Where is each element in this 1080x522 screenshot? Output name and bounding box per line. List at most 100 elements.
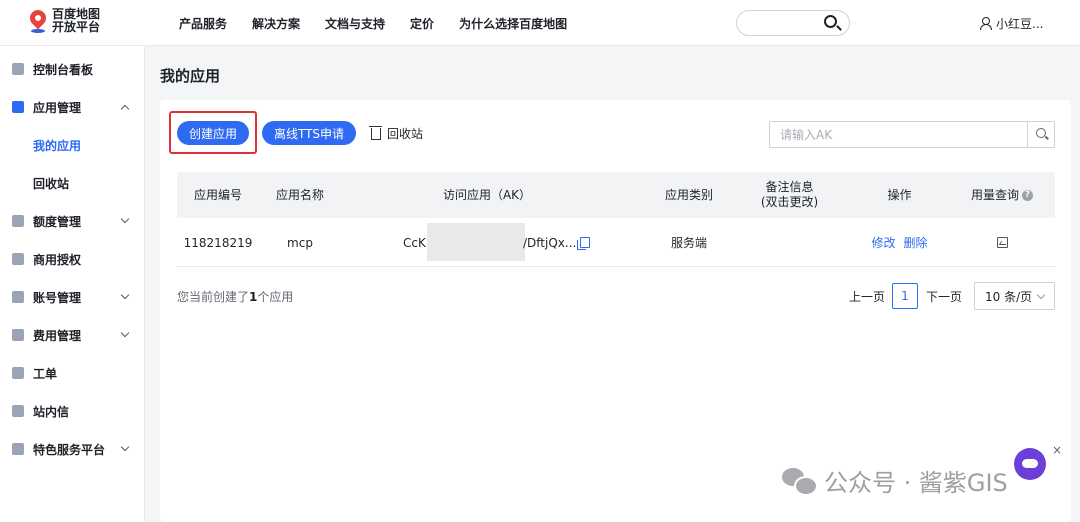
gear-icon xyxy=(12,291,24,303)
nav-why-baidu[interactable]: 为什么选择百度地图 xyxy=(459,15,567,32)
cell-app-name: mcp xyxy=(287,235,313,250)
app-count-summary: 您当前创建了1个应用 xyxy=(177,288,293,305)
sidebar-item-label: 控制台看板 xyxy=(33,62,94,77)
sidebar-item-label: 回收站 xyxy=(33,176,70,191)
next-page-button[interactable]: 下一页 xyxy=(926,283,962,309)
delete-link[interactable]: 删除 xyxy=(904,234,928,251)
prev-page-button[interactable]: 上一页 xyxy=(849,283,885,309)
sidebar-item-recycle-bin[interactable]: 回收站 xyxy=(0,164,145,202)
col-actions: 操作 xyxy=(887,187,912,202)
col-note: 备注信息 (双击更改) xyxy=(742,172,837,218)
apps-icon xyxy=(12,101,24,113)
top-bar: 百度地图 开放平台 产品服务 解决方案 文档与支持 定价 为什么选择百度地图 小… xyxy=(0,0,1080,46)
sidebar-item-label: 应用管理 xyxy=(33,100,82,115)
trash-icon xyxy=(369,125,382,140)
cell-actions: 修改 删除 xyxy=(862,218,937,267)
sidebar-item-my-apps[interactable]: 我的应用 xyxy=(0,126,145,164)
sidebar-item-label: 账号管理 xyxy=(33,290,82,305)
sidebar-item-label: 特色服务平台 xyxy=(33,442,106,457)
chevron-up-icon xyxy=(120,104,130,114)
billing-icon xyxy=(12,329,24,341)
nav-solutions[interactable]: 解决方案 xyxy=(252,15,300,32)
sidebar-item-app-management[interactable]: 应用管理 xyxy=(0,88,145,126)
ak-redaction xyxy=(427,223,525,261)
close-icon[interactable]: × xyxy=(1052,443,1062,457)
summary-prefix: 您当前创建了 xyxy=(177,290,250,304)
watermark: 公众号 · 酱紫GIS xyxy=(782,463,1008,498)
nav-products[interactable]: 产品服务 xyxy=(179,15,227,32)
page-size-value: 10 条/页 xyxy=(985,289,1033,304)
sidebar-item-dashboard[interactable]: 控制台看板 xyxy=(0,50,145,88)
recycle-bin-link[interactable]: 回收站 xyxy=(369,125,424,142)
top-nav: 产品服务 解决方案 文档与支持 定价 为什么选择百度地图 xyxy=(179,0,592,46)
col-usage: 用量查询 ? xyxy=(957,172,1047,218)
map-pin-icon xyxy=(26,6,50,30)
quota-icon xyxy=(12,215,24,227)
col-app-name: 应用名称 xyxy=(275,187,324,202)
chevron-down-icon xyxy=(120,328,130,338)
user-icon xyxy=(980,17,992,30)
sidebar-item-billing[interactable]: 费用管理 xyxy=(0,316,145,354)
current-page[interactable]: 1 xyxy=(892,283,918,309)
ak-search xyxy=(769,121,1055,148)
sidebar-item-tickets[interactable]: 工单 xyxy=(0,354,145,392)
sidebar-item-label: 商用授权 xyxy=(33,252,82,267)
ak-search-button[interactable] xyxy=(1027,122,1054,147)
ak-suffix-text: /DftjQx... xyxy=(523,235,577,250)
page-size-select[interactable]: 10 条/页 xyxy=(974,282,1055,310)
offline-tts-apply-button[interactable]: 离线TTS申请 xyxy=(262,121,356,145)
search-icon xyxy=(1036,128,1046,138)
table-row: 118218219 mcp CcKL /DftjQx... 服务端 修改 删除 xyxy=(177,218,1055,267)
top-search-input[interactable] xyxy=(736,10,850,36)
baidu-map-logo[interactable]: 百度地图 开放平台 xyxy=(26,6,130,38)
help-icon[interactable]: ? xyxy=(1022,189,1033,201)
col-note-hint: (双击更改) xyxy=(760,195,819,209)
sidebar: 控制台看板 应用管理 我的应用 回收站 额度管理 商用授权 账号管理 费用管理 … xyxy=(0,46,145,522)
sidebar-item-label: 费用管理 xyxy=(33,328,82,343)
cell-app-id: 118218219 xyxy=(183,235,253,250)
edit-link[interactable]: 修改 xyxy=(871,234,895,251)
nav-pricing[interactable]: 定价 xyxy=(410,15,434,32)
briefcase-icon xyxy=(12,253,24,265)
create-app-button[interactable]: 创建应用 xyxy=(177,121,249,145)
assistant-bot-icon[interactable] xyxy=(1014,448,1046,480)
sidebar-item-label: 我的应用 xyxy=(33,138,82,153)
cell-usage xyxy=(957,218,1047,267)
sidebar-item-messages[interactable]: 站内信 xyxy=(0,392,145,430)
chevron-down-icon xyxy=(120,442,130,452)
sidebar-item-label: 额度管理 xyxy=(33,214,82,229)
logo-text: 百度地图 开放平台 xyxy=(52,8,100,34)
chevron-down-icon xyxy=(120,290,130,300)
logo-line2: 开放平台 xyxy=(52,20,101,34)
copy-icon[interactable] xyxy=(577,237,591,250)
recycle-bin-label: 回收站 xyxy=(387,127,424,141)
page-title: 我的应用 xyxy=(160,67,221,85)
usage-chart-icon[interactable] xyxy=(996,237,1008,248)
table-header: 应用编号 应用名称 访问应用（AK） 应用类别 备注信息 (双击更改) 操作 用… xyxy=(177,172,1055,218)
nav-docs[interactable]: 文档与支持 xyxy=(325,15,385,32)
user-name: 小红豆... xyxy=(996,17,1044,31)
user-menu[interactable]: 小红豆... xyxy=(980,15,1043,32)
dashboard-icon xyxy=(12,63,24,75)
summary-suffix: 个应用 xyxy=(257,290,294,304)
sidebar-item-label: 工单 xyxy=(33,366,58,381)
col-category: 应用类别 xyxy=(664,187,713,202)
wechat-icon xyxy=(782,467,818,496)
chevron-down-icon xyxy=(1036,290,1046,300)
ak-search-input[interactable] xyxy=(770,122,1028,147)
sidebar-item-commercial-license[interactable]: 商用授权 xyxy=(0,240,145,278)
cell-category: 服务端 xyxy=(670,236,707,250)
chevron-down-icon xyxy=(120,214,130,224)
sidebar-item-account[interactable]: 账号管理 xyxy=(0,278,145,316)
content-card xyxy=(160,100,1071,522)
watermark-text: 公众号 · 酱紫GIS xyxy=(824,469,1008,497)
col-ak: 访问应用（AK） xyxy=(442,187,532,202)
sidebar-item-special-services[interactable]: 特色服务平台 xyxy=(0,430,145,468)
col-note-title: 备注信息 xyxy=(765,180,814,194)
cell-note[interactable] xyxy=(742,218,837,267)
sidebar-item-label: 站内信 xyxy=(33,404,70,419)
ticket-icon xyxy=(12,367,24,379)
logo-base-shape xyxy=(31,29,45,33)
search-icon[interactable] xyxy=(824,15,837,28)
sidebar-item-quota[interactable]: 额度管理 xyxy=(0,202,145,240)
